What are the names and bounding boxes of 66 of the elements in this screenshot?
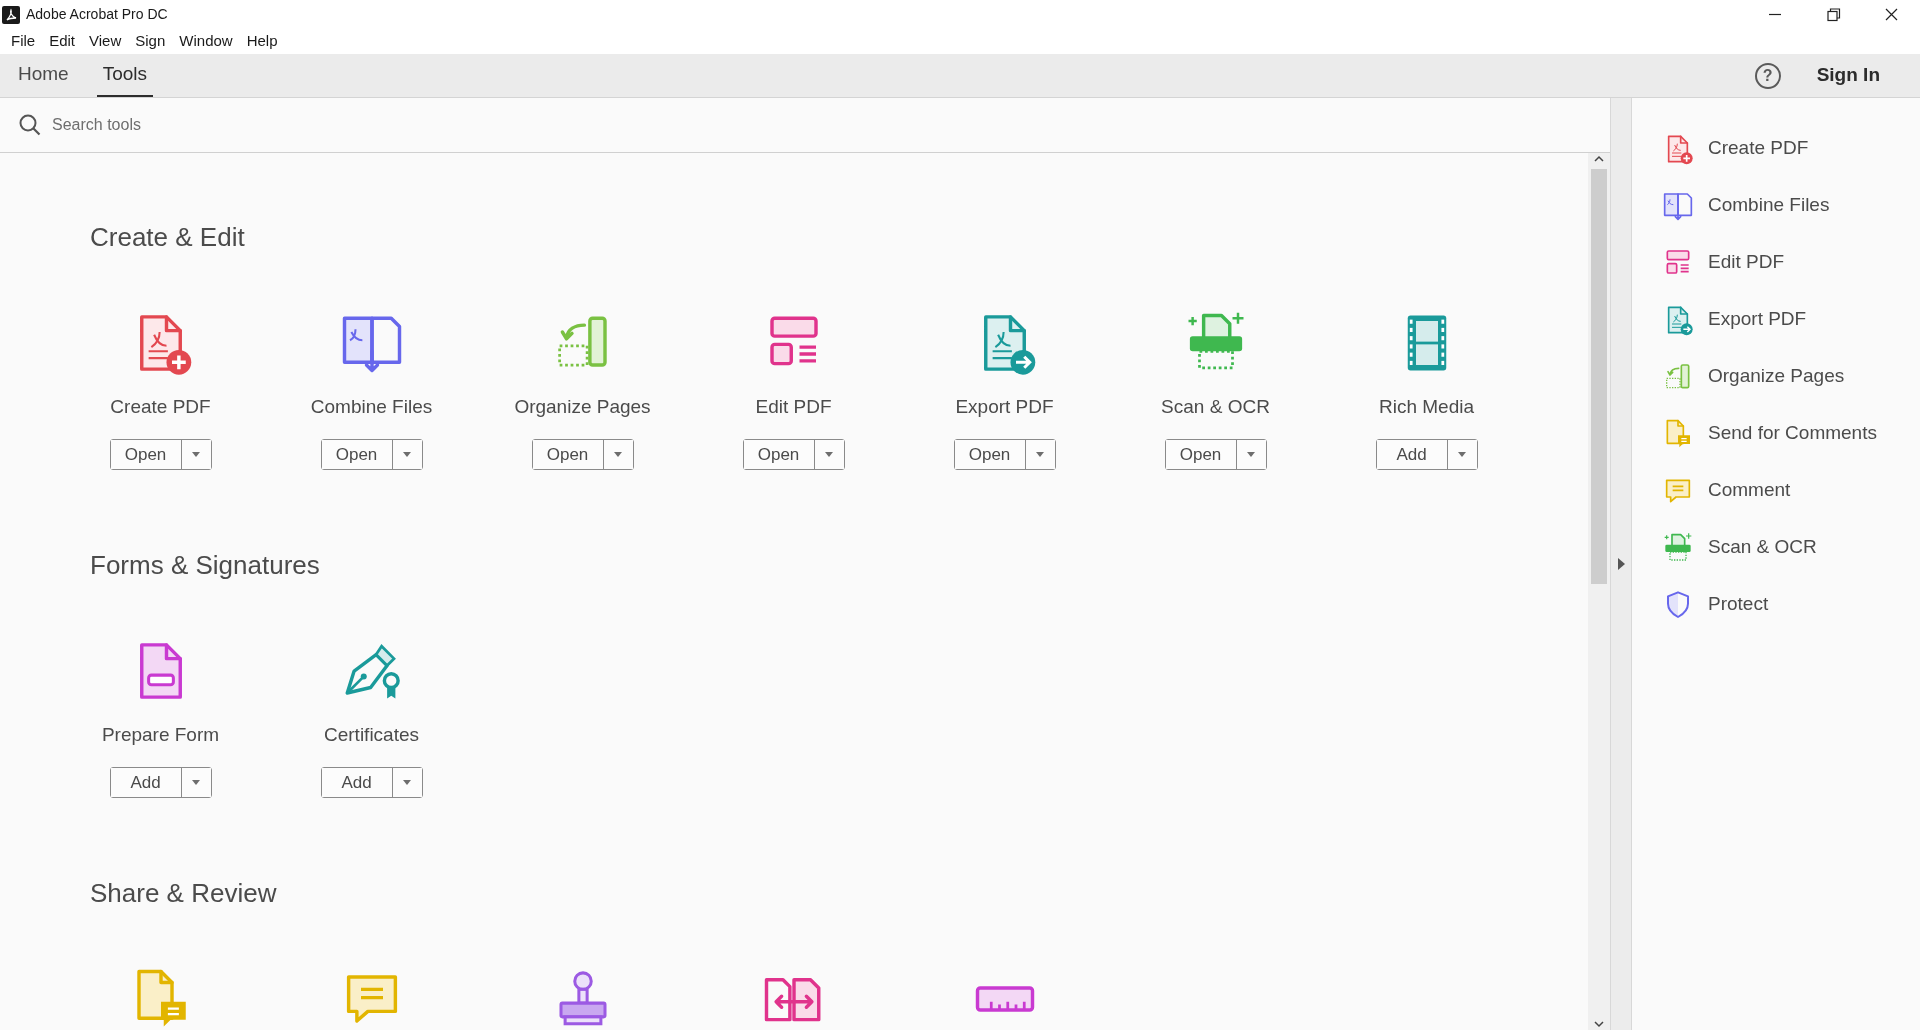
tool-label: Organize Pages — [1708, 364, 1845, 389]
panel-tool-item[interactable]: Send for Comments — [1632, 405, 1920, 462]
tool-label: Export PDF — [955, 395, 1054, 419]
caret-icon — [192, 452, 200, 457]
tool-label: Scan & OCR — [1708, 535, 1817, 560]
tool-label: Create PDF — [110, 395, 211, 419]
expand-arrow-icon[interactable] — [1616, 556, 1626, 572]
menu-item[interactable]: Help — [239, 30, 285, 53]
dropdown-button[interactable] — [813, 440, 844, 469]
panel-tool-item[interactable]: Organize Pages — [1632, 348, 1920, 405]
section-heading: Forms & Signatures — [90, 549, 321, 581]
sign-in-button[interactable]: Sign In — [1816, 61, 1880, 90]
section-heading: Share & Review — [90, 877, 278, 909]
tool-label: Organize Pages — [514, 395, 651, 419]
tool-label: Prepare Form — [101, 723, 220, 747]
panel-tool-item[interactable]: Comment — [1632, 462, 1920, 519]
tool-label: Combine Files — [1708, 193, 1830, 218]
caret-icon — [403, 780, 411, 785]
menu-item[interactable]: Edit — [42, 30, 83, 53]
tool-label: Create PDF — [1708, 136, 1809, 161]
panel-tool-item[interactable]: Edit PDF — [1632, 234, 1920, 291]
tool-label: Export PDF — [1708, 307, 1807, 332]
minimize-icon — [1769, 13, 1781, 16]
menu-item[interactable]: Window — [172, 30, 240, 53]
dropdown-button[interactable] — [391, 440, 422, 469]
dropdown-button[interactable] — [180, 768, 211, 797]
tool-label: Send for Comments — [1708, 421, 1877, 446]
search-field[interactable]: Search tools — [50, 112, 450, 138]
scroll-down-icon[interactable] — [1592, 1018, 1606, 1030]
panel-tool-item[interactable]: Protect — [1632, 576, 1920, 633]
caret-icon — [825, 452, 833, 457]
dropdown-button[interactable] — [1235, 440, 1266, 469]
window-title: Adobe Acrobat Pro DC — [26, 5, 168, 24]
tab[interactable]: Home — [12, 54, 75, 97]
menu-item[interactable]: View — [82, 30, 129, 53]
panel-tool-item[interactable]: Create PDF — [1632, 120, 1920, 177]
help-button[interactable]: ? — [1754, 62, 1781, 89]
dropdown-button[interactable] — [1446, 440, 1477, 469]
dropdown-button[interactable] — [1024, 440, 1055, 469]
panel-tool-item[interactable]: Combine Files — [1632, 177, 1920, 234]
dropdown-button[interactable] — [602, 440, 633, 469]
dropdown-button[interactable] — [391, 768, 422, 797]
tool-label: Comment — [1708, 478, 1791, 503]
panel-tool-item[interactable]: Scan & OCR — [1632, 519, 1920, 576]
menu-item[interactable]: Sign — [128, 30, 173, 53]
printer-icon — [1662, 531, 1694, 564]
menu-item[interactable]: File — [4, 30, 43, 53]
tool-label: Scan & OCR — [1161, 395, 1270, 419]
search-icon — [18, 113, 42, 137]
caret-icon — [1458, 452, 1466, 457]
panel-tool-item[interactable]: Export PDF — [1632, 291, 1920, 348]
caret-icon — [403, 452, 411, 457]
scrollbar-thumb[interactable] — [1591, 169, 1607, 584]
caret-icon — [1036, 452, 1044, 457]
tool-label: Combine Files — [310, 395, 433, 419]
tab[interactable]: Tools — [96, 54, 154, 97]
section-heading: Create & Edit — [90, 221, 246, 253]
caret-icon — [192, 780, 200, 785]
tool-label: Certificates — [324, 723, 419, 747]
caret-icon — [1247, 452, 1255, 457]
tool-label: Rich Media — [1378, 395, 1474, 419]
tool-label: Protect — [1708, 592, 1769, 617]
caret-icon — [614, 452, 622, 457]
tool-label: Edit PDF — [1708, 250, 1785, 275]
dropdown-button[interactable] — [180, 440, 211, 469]
tool-label: Edit PDF — [755, 395, 832, 419]
